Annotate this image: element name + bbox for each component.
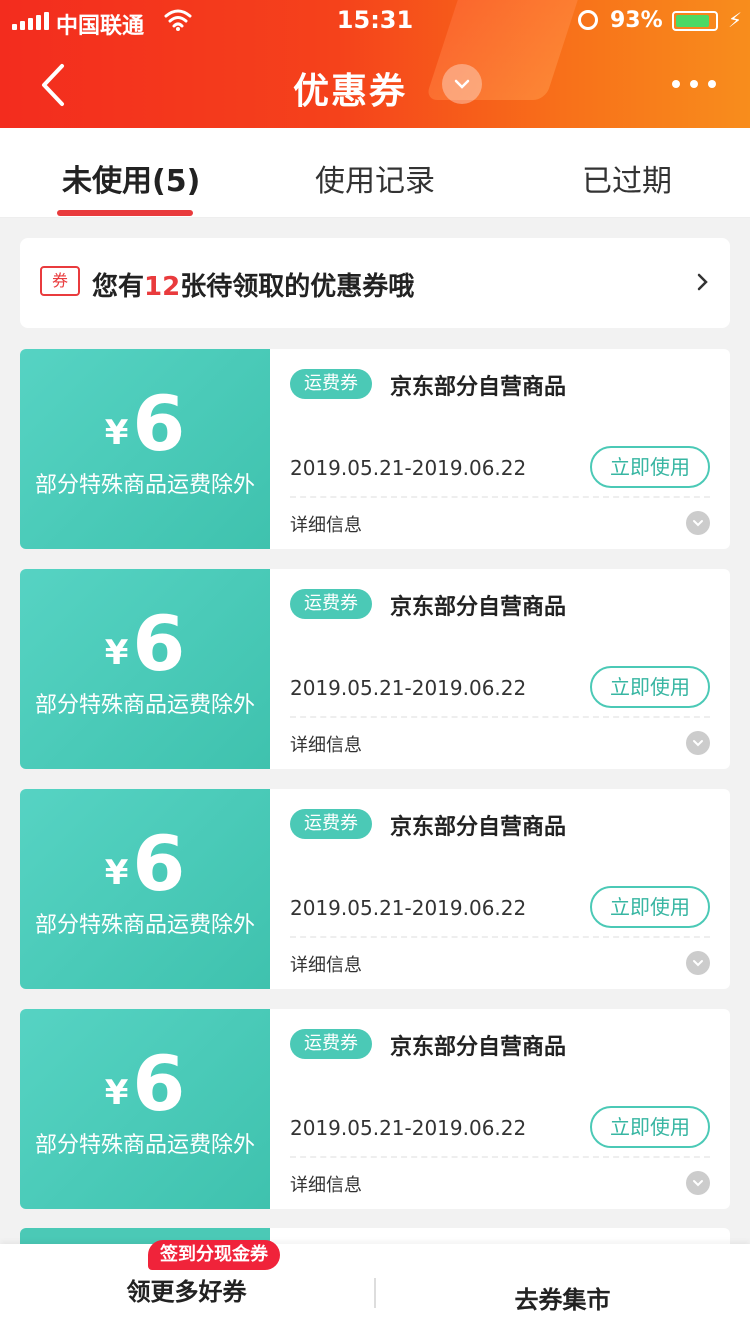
page-title: 优惠券 bbox=[292, 71, 407, 112]
expand-details-button[interactable] bbox=[686, 511, 710, 535]
tab-expired[interactable]: 已过期 bbox=[582, 156, 672, 200]
coupon-type-badge: 运费券 bbox=[290, 809, 372, 839]
use-now-button[interactable]: 立即使用 bbox=[590, 446, 710, 488]
coupon-info: 运费券 京东部分自营商品 2019.05.21-2019.06.22 立即使用 … bbox=[270, 349, 730, 549]
coupon-title: 京东部分自营商品 bbox=[390, 375, 567, 400]
detail-info-link[interactable]: 详细信息 bbox=[290, 1171, 362, 1197]
banner-text: 您有12张待领取的优惠券哦 bbox=[92, 272, 415, 302]
coupon-type-badge: 运费券 bbox=[290, 1029, 372, 1059]
coupon-amount: ¥6 bbox=[104, 599, 186, 688]
divider bbox=[290, 496, 710, 498]
coupon-card: ¥6 部分特殊商品运费除外 运费券 京东部分自营商品 2019.05.21-20… bbox=[20, 569, 730, 769]
chevron-down-icon bbox=[693, 740, 703, 747]
tab-usage-history[interactable]: 使用记录 bbox=[315, 156, 435, 200]
chevron-right-icon bbox=[697, 273, 708, 291]
coupon-validity: 2019.05.21-2019.06.22 bbox=[290, 896, 527, 920]
coupon-value-panel: ¥6 部分特殊商品运费除外 bbox=[20, 349, 270, 549]
detail-info-link[interactable]: 详细信息 bbox=[290, 731, 362, 757]
coupon-amount: ¥6 bbox=[104, 1039, 186, 1128]
coupon-card: ¥6 部分特殊商品运费除外 运费券 京东部分自营商品 2019.05.21-20… bbox=[20, 789, 730, 989]
coupon-card: ¥6 部分特殊商品运费除外 运费券 京东部分自营商品 2019.05.21-20… bbox=[20, 1009, 730, 1209]
chevron-down-icon bbox=[693, 520, 703, 527]
coupon-info: 运费券 京东部分自营商品 2019.05.21-2019.06.22 立即使用 … bbox=[270, 569, 730, 769]
chevron-down-icon bbox=[454, 79, 470, 89]
use-now-button[interactable]: 立即使用 bbox=[590, 666, 710, 708]
divider bbox=[290, 716, 710, 718]
divider bbox=[290, 1156, 710, 1158]
pending-coupons-banner[interactable]: 券 您有12张待领取的优惠券哦 bbox=[20, 238, 730, 328]
pending-count: 12 bbox=[144, 272, 181, 302]
use-now-button[interactable]: 立即使用 bbox=[590, 886, 710, 928]
active-tab-indicator bbox=[57, 210, 193, 216]
checkin-cash-coupon-badge: 签到分现金券 bbox=[148, 1240, 280, 1270]
coupon-info: 运费券 京东部分自营商品 2019.05.21-2019.06.22 立即使用 … bbox=[270, 1009, 730, 1209]
title-dropdown-button[interactable] bbox=[442, 64, 482, 104]
coupon-market-button[interactable]: 去券集市 bbox=[375, 1280, 750, 1315]
coupon-restriction: 部分特殊商品运费除外 bbox=[34, 1133, 255, 1158]
chevron-down-icon bbox=[693, 960, 703, 967]
more-dot-icon bbox=[672, 80, 680, 88]
tab-bar: 未使用(5) 使用记录 已过期 bbox=[0, 128, 750, 218]
coupon-restriction: 部分特殊商品运费除外 bbox=[34, 693, 255, 718]
coupon-value-panel: ¥6 部分特殊商品运费除外 bbox=[20, 569, 270, 769]
coupon-validity: 2019.05.21-2019.06.22 bbox=[290, 1116, 527, 1140]
more-dot-icon bbox=[690, 80, 698, 88]
battery-icon bbox=[672, 11, 718, 31]
coupon-title: 京东部分自营商品 bbox=[390, 815, 567, 840]
expand-details-button[interactable] bbox=[686, 731, 710, 755]
coupon-title: 京东部分自营商品 bbox=[390, 595, 567, 620]
alarm-icon bbox=[578, 10, 598, 30]
coupon-amount: ¥6 bbox=[104, 819, 186, 908]
charging-icon: ⚡ bbox=[728, 8, 743, 32]
coupon-type-badge: 运费券 bbox=[290, 369, 372, 399]
coupon-card: ¥6 部分特殊商品运费除外 运费券 京东部分自营商品 2019.05.21-20… bbox=[20, 349, 730, 549]
status-bar: 中国联通 15:31 93% ⚡ bbox=[0, 0, 750, 44]
coupon-restriction: 部分特殊商品运费除外 bbox=[34, 473, 255, 498]
more-menu-button[interactable] bbox=[672, 80, 716, 88]
coupon-restriction: 部分特殊商品运费除外 bbox=[34, 913, 255, 938]
tab-unused[interactable]: 未使用(5) bbox=[62, 156, 200, 200]
divider bbox=[290, 936, 710, 938]
coupon-icon: 券 bbox=[40, 266, 80, 296]
coupon-validity: 2019.05.21-2019.06.22 bbox=[290, 676, 527, 700]
expand-details-button[interactable] bbox=[686, 1171, 710, 1195]
coupon-value-panel: ¥6 部分特殊商品运费除外 bbox=[20, 1009, 270, 1209]
coupon-value-panel: ¥6 部分特殊商品运费除外 bbox=[20, 789, 270, 989]
more-dot-icon bbox=[708, 80, 716, 88]
header: 中国联通 15:31 93% ⚡ 优惠券 bbox=[0, 0, 750, 128]
coupon-amount: ¥6 bbox=[104, 379, 186, 468]
detail-info-link[interactable]: 详细信息 bbox=[290, 951, 362, 977]
use-now-button[interactable]: 立即使用 bbox=[590, 1106, 710, 1148]
bottom-action-bar: 领更多好券 签到分现金券 去券集市 bbox=[0, 1240, 750, 1334]
detail-info-link[interactable]: 详细信息 bbox=[290, 511, 362, 537]
coupon-info: 运费券 京东部分自营商品 2019.05.21-2019.06.22 立即使用 … bbox=[270, 789, 730, 989]
battery-percent: 93% bbox=[610, 8, 663, 33]
get-more-coupons-button[interactable]: 领更多好券 bbox=[0, 1272, 375, 1307]
chevron-down-icon bbox=[693, 1180, 703, 1187]
coupon-title: 京东部分自营商品 bbox=[390, 1035, 567, 1060]
expand-details-button[interactable] bbox=[686, 951, 710, 975]
coupon-validity: 2019.05.21-2019.06.22 bbox=[290, 456, 527, 480]
coupon-type-badge: 运费券 bbox=[290, 589, 372, 619]
